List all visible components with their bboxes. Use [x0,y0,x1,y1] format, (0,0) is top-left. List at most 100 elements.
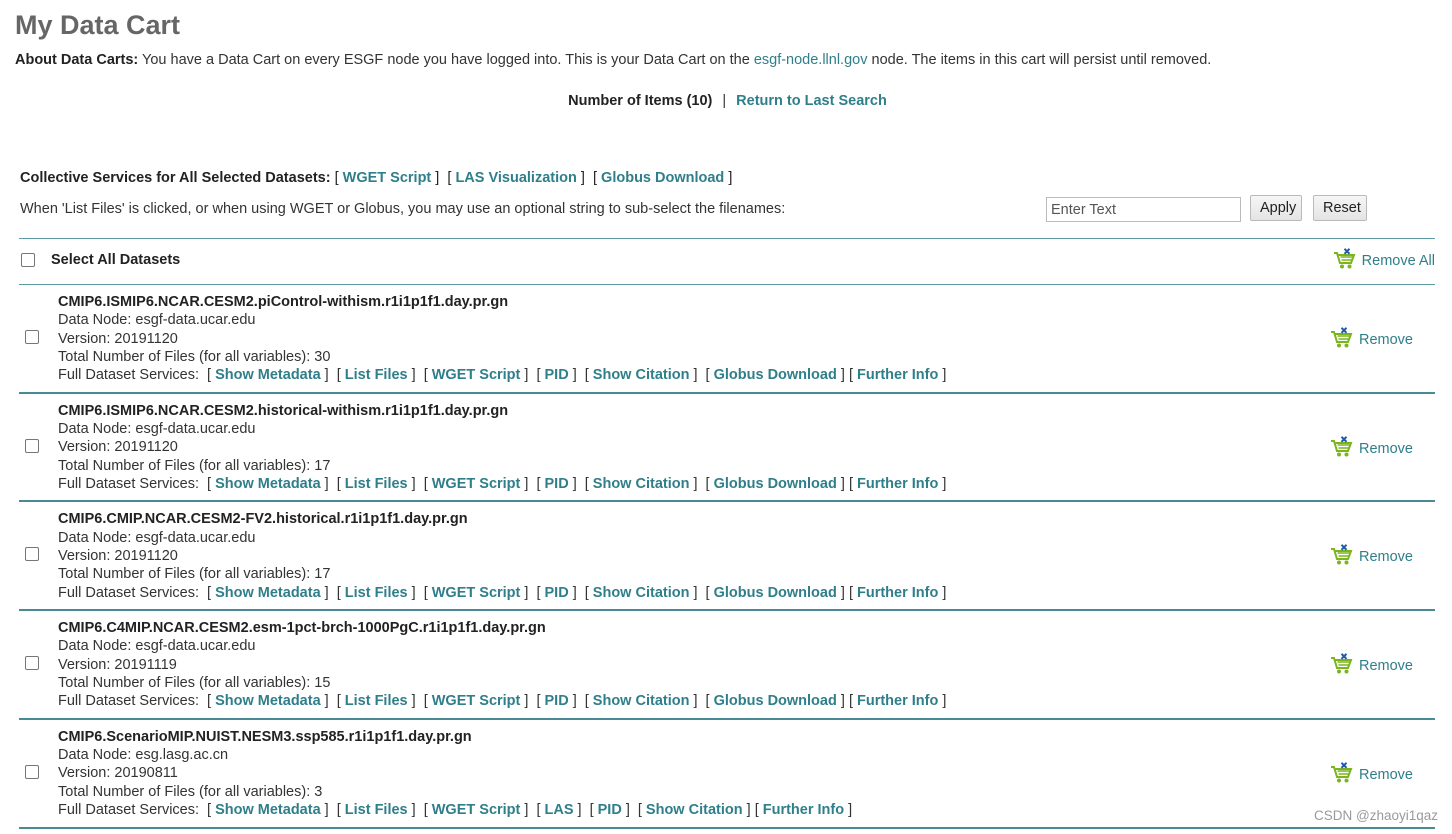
show-metadata-link[interactable]: Show Metadata [215,367,321,383]
bracket: ] [572,475,577,492]
remove-dataset-button[interactable]: Remove [1330,435,1413,462]
dataset-id: CMIP6.C4MIP.NCAR.CESM2.esm-1pct-brch-100… [58,620,546,637]
bracket: ] [693,584,698,601]
show-citation-link[interactable]: Show Citation [646,802,743,818]
show-metadata-link[interactable]: Show Metadata [215,693,321,709]
bracket: ] [572,693,577,710]
services-label: Full Dataset Services: [58,801,200,818]
remove-all-button[interactable]: Remove All [1333,248,1435,274]
bracket: [ [584,693,589,710]
dataset-details: CMIP6.ScenarioMIP.NUIST.NESM3.ssp585.r1i… [58,728,852,819]
globus-download-link[interactable]: Globus Download [714,585,837,601]
bracket: ] [524,584,529,601]
remove-all-label: Remove All [1361,253,1435,269]
dataset-checkbox[interactable] [25,656,39,671]
bracket: [ [754,801,759,818]
dataset-services: Full Dataset Services:[ Show Metadata ][… [58,801,852,819]
las-link[interactable]: LAS [545,802,574,818]
apply-button[interactable]: Apply [1250,195,1302,221]
globus-download-link[interactable]: Globus Download [714,693,837,709]
show-metadata-link[interactable]: Show Metadata [215,585,321,601]
pid-link[interactable]: PID [598,802,622,818]
wget-script-link[interactable]: WGET Script [432,367,521,383]
node-link[interactable]: esgf-node.llnl.gov [754,52,868,68]
bracket: ] [577,801,582,818]
dataset-id: CMIP6.ScenarioMIP.NUIST.NESM3.ssp585.r1i… [58,728,472,745]
reset-button[interactable]: Reset [1313,195,1367,221]
cart-remove-icon [1330,544,1359,570]
bracket: ] [728,170,733,186]
list-files-link[interactable]: List Files [345,802,408,818]
bracket: [ [334,170,339,186]
show-metadata-link[interactable]: Show Metadata [215,802,321,818]
list-files-link[interactable]: List Files [345,585,408,601]
globus-download-link[interactable]: Globus Download [714,476,837,492]
further-info-link[interactable]: Further Info [857,693,938,709]
bracket: [ [207,801,212,818]
return-to-last-search-link[interactable]: Return to Last Search [736,93,887,109]
collective-globus-link[interactable]: Globus Download [601,170,724,186]
data-node: Data Node: esg.lasg.ac.cn [58,747,229,764]
show-citation-link[interactable]: Show Citation [593,585,690,601]
dataset-checkbox[interactable] [25,330,39,344]
further-info-link[interactable]: Further Info [763,802,844,818]
further-info-link[interactable]: Further Info [857,585,938,601]
collective-wget-link[interactable]: WGET Script [343,170,432,186]
remove-label: Remove [1359,440,1413,457]
bracket: [ [536,367,541,384]
dataset-checkbox[interactable] [25,547,39,562]
bracket: [ [637,801,642,818]
wget-script-link[interactable]: WGET Script [432,585,521,601]
bracket: ] [848,801,853,818]
services-label: Full Dataset Services: [58,584,200,601]
remove-dataset-button[interactable]: Remove [1330,544,1413,570]
show-citation-link[interactable]: Show Citation [593,367,690,383]
show-citation-link[interactable]: Show Citation [593,693,690,709]
list-files-link[interactable]: List Files [345,693,408,709]
bracket: ] [411,801,416,818]
further-info-link[interactable]: Further Info [857,476,938,492]
bracket: ] [840,475,845,492]
select-all-checkbox[interactable] [21,253,35,267]
pid-link[interactable]: PID [545,367,569,383]
show-metadata-link[interactable]: Show Metadata [215,476,321,492]
wget-script-link[interactable]: WGET Script [432,802,521,818]
collective-services-label: Collective Services for All Selected Dat… [20,170,331,186]
bracket: ] [840,367,845,384]
items-bar: Number of Items (10) | Return to Last Sear… [0,93,1452,109]
show-citation-link[interactable]: Show Citation [593,476,690,492]
dataset-details: CMIP6.ISMIP6.NCAR.CESM2.historical-withi… [58,402,946,493]
remove-dataset-button[interactable]: Remove [1330,761,1413,788]
bracket: ] [411,584,416,601]
remove-dataset-button[interactable]: Remove [1330,327,1413,353]
bracket: ] [746,801,751,818]
pid-link[interactable]: PID [545,476,569,492]
dataset-checkbox[interactable] [25,438,39,453]
bracket: [ [848,475,853,492]
globus-download-link[interactable]: Globus Download [714,367,837,383]
dataset-checkbox[interactable] [25,764,39,779]
dataset-id: CMIP6.CMIP.NCAR.CESM2-FV2.historical.r1i… [58,511,468,528]
bracket: [ [423,801,428,818]
bracket: ] [524,801,529,818]
bracket: [ [207,475,212,492]
bracket: ] [324,584,329,601]
remove-dataset-button[interactable]: Remove [1330,653,1413,679]
bracket: [ [848,584,853,601]
bracket: [ [584,367,589,384]
dataset-row: CMIP6.ScenarioMIP.NUIST.NESM3.ssp585.r1i… [19,720,1435,827]
bracket: ] [324,693,329,710]
filename-filter-input[interactable] [1046,197,1241,222]
list-files-link[interactable]: List Files [345,367,408,383]
cart-remove-icon [1330,653,1359,679]
collective-las-link[interactable]: LAS Visualization [455,170,576,186]
pid-link[interactable]: PID [545,693,569,709]
pid-link[interactable]: PID [545,585,569,601]
list-files-link[interactable]: List Files [345,476,408,492]
bracket: ] [942,693,947,710]
bracket: [ [536,693,541,710]
wget-script-link[interactable]: WGET Script [432,476,521,492]
wget-script-link[interactable]: WGET Script [432,693,521,709]
bracket: [ [336,367,341,384]
further-info-link[interactable]: Further Info [857,367,938,383]
